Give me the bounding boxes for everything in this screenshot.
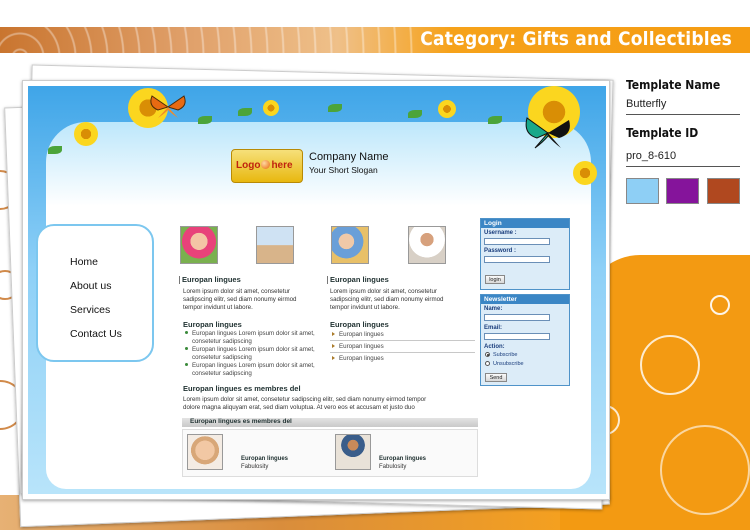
divider xyxy=(626,166,740,167)
column-heading: Europan lingues xyxy=(330,275,389,284)
section-band: Europan lingues es membres del xyxy=(182,418,478,427)
email-input[interactable] xyxy=(484,333,550,340)
featured-image[interactable] xyxy=(187,434,223,470)
logo-ball-icon xyxy=(261,160,271,169)
butterfly-icon xyxy=(150,95,186,118)
body-text: Lorem ipsum dolor sit amet, consetetur xyxy=(183,288,290,295)
featured-title[interactable]: Europan lingues xyxy=(241,456,288,462)
butterfly-icon xyxy=(525,117,570,149)
newsletter-box: Newsletter Name: Email: Action: Subscrib… xyxy=(480,294,570,386)
category-title: Category: Gifts and Collectibles xyxy=(420,28,732,50)
featured-sub: Fabulosity xyxy=(241,464,269,470)
password-label: Password : xyxy=(484,248,517,254)
thumbnail-image[interactable] xyxy=(408,226,446,264)
nav-home[interactable]: Home xyxy=(70,256,98,268)
body-text: dolore magna aliquyam erat, sed diam vol… xyxy=(183,404,415,411)
nav-about-us[interactable]: About us xyxy=(70,280,111,292)
template-id-label: Template ID xyxy=(626,126,699,140)
thumbnail-image[interactable] xyxy=(180,226,218,264)
flower-garland xyxy=(28,86,606,185)
preview-nav: Home About us Services Contact Us xyxy=(36,224,154,362)
body-text: tempor invidunt ut labore. xyxy=(183,304,253,311)
template-preview[interactable]: Logo here Company Name Your Short Slogan … xyxy=(22,80,610,500)
divider xyxy=(626,114,740,115)
username-label: Username : xyxy=(484,230,517,236)
template-frame: Logo here Company Name Your Short Slogan … xyxy=(28,86,606,494)
category-banner: Category: Gifts and Collectibles xyxy=(0,27,750,53)
featured-title[interactable]: Europan lingues xyxy=(379,456,426,462)
action-label: Action: xyxy=(484,344,505,350)
company-name: Company Name xyxy=(309,151,389,163)
body-text: Lorem ipsum dolor sit amet, consetetur xyxy=(330,288,437,295)
email-label: Email: xyxy=(484,325,503,331)
color-swatch-rust[interactable] xyxy=(707,178,740,204)
list-heading: Europan lingues xyxy=(330,320,389,329)
username-input[interactable] xyxy=(484,238,550,245)
password-input[interactable] xyxy=(484,256,550,263)
section-heading: Europan lingues es membres del xyxy=(183,384,301,393)
login-box: Login Username : Password : login xyxy=(480,218,570,290)
name-input[interactable] xyxy=(484,314,550,321)
color-swatch-light-blue[interactable] xyxy=(626,178,659,204)
send-button[interactable]: Send xyxy=(485,373,507,382)
unsubscribe-radio[interactable] xyxy=(485,361,490,366)
column-heading: Europan lingues xyxy=(182,275,241,284)
login-title: Login xyxy=(481,219,569,228)
template-name-value: Butterfly xyxy=(626,98,667,110)
logo-placeholder[interactable]: Logo here xyxy=(231,149,303,183)
body-text: tempor invidunt ut labore. xyxy=(330,304,400,311)
subscribe-radio[interactable] xyxy=(485,352,490,357)
thumbnail-image[interactable] xyxy=(256,226,294,264)
company-slogan: Your Short Slogan xyxy=(309,165,378,175)
list-link[interactable]: Europan lingues xyxy=(332,355,384,363)
thumbnail-image[interactable] xyxy=(331,226,369,264)
body-text: Lorem ipsum dolor sit amet, consetetur s… xyxy=(183,396,427,403)
nav-contact-us[interactable]: Contact Us xyxy=(70,328,122,340)
list-link[interactable]: Europan lingues xyxy=(332,343,384,351)
name-label: Name: xyxy=(484,306,503,312)
unsubscribe-label: Unsubscribe xyxy=(493,361,524,367)
login-button[interactable]: login xyxy=(485,275,505,284)
body-text: sadipscing elitr, sed diam nonumy eirmod xyxy=(330,296,444,303)
featured-image[interactable] xyxy=(335,434,371,470)
featured-items: Europan lingues Fabulosity Europan lingu… xyxy=(182,429,478,477)
nav-services[interactable]: Services xyxy=(70,304,110,316)
preview-content: Europan lingues Europan lingues Lorem ip… xyxy=(178,226,478,486)
template-name-label: Template Name xyxy=(626,78,721,92)
color-swatch-purple[interactable] xyxy=(666,178,699,204)
subscribe-label: Subscribe xyxy=(493,352,518,358)
list-link[interactable]: Europan lingues xyxy=(332,331,384,339)
featured-sub: Fabulosity xyxy=(379,464,407,470)
body-text: sadipscing elitr, sed diam nonumy eirmod xyxy=(183,296,297,303)
list-heading: Europan lingues xyxy=(183,320,242,329)
template-id-value: pro_8-610 xyxy=(626,150,677,162)
newsletter-title: Newsletter xyxy=(481,295,569,304)
